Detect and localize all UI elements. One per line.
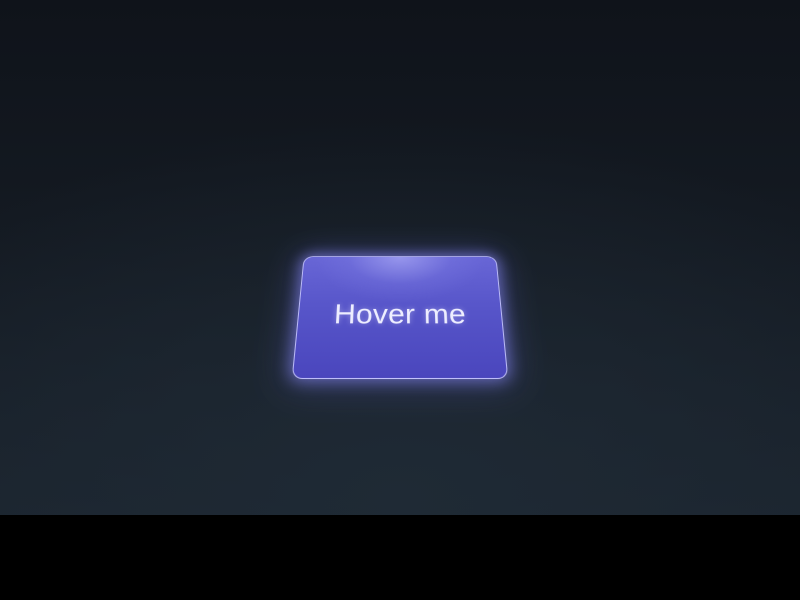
hover-card-label: Hover me: [333, 299, 467, 331]
hover-me-card[interactable]: Hover me: [291, 256, 509, 380]
stage-background: Hover me: [0, 0, 800, 515]
hover-card-container: Hover me: [290, 242, 510, 386]
bottom-bar: [0, 515, 800, 600]
